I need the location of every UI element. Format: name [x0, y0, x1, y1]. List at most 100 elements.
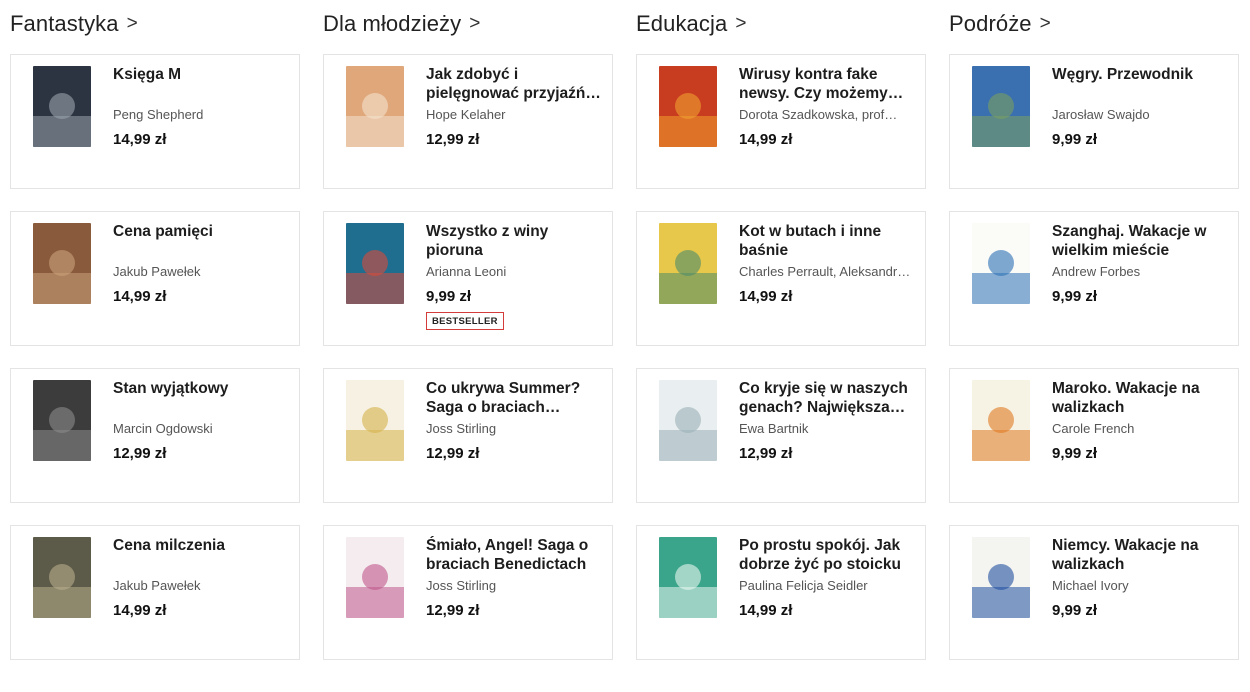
book-info: Cena milczenia Jakub Pawełek 14,99 zł [113, 536, 293, 619]
book-author: Arianna Leoni [426, 264, 507, 279]
book-info: Wszystko z winy pioruna Arianna Leoni 9,99… [426, 222, 606, 330]
chevron-right-icon: > [469, 13, 481, 34]
book-author: Jarosław Swajdo [1052, 107, 1150, 122]
book-card[interactable]: Niemcy. Wakacje na walizkach Michael Ivor… [949, 525, 1239, 660]
book-price: 12,99 zł [426, 602, 480, 619]
book-cover-image[interactable] [33, 380, 91, 461]
book-info: Księga M Peng Shepherd 14,99 zł [113, 65, 293, 148]
book-author: Joss Stirling [426, 578, 497, 593]
category-heading-link[interactable]: Dla młodzieży > [323, 0, 615, 48]
category-column: Podróże > Węgry. Przewodnik Jarosław Swajdo… [949, 0, 1241, 660]
book-price: 9,99 zł [1052, 445, 1098, 462]
book-card[interactable]: Maroko. Wakacje na walizkach Carole Frenc… [949, 368, 1239, 503]
book-cover-image[interactable] [659, 66, 717, 147]
book-title-link[interactable]: Kot w butach i inne baśnie [739, 222, 919, 260]
book-cover-image[interactable] [346, 537, 404, 618]
book-author: Hope Kelaher [426, 107, 506, 122]
book-price: 14,99 zł [739, 602, 793, 619]
book-cover-image[interactable] [972, 380, 1030, 461]
book-cover-image[interactable] [659, 537, 717, 618]
book-title-link[interactable]: Co ukrywa Summer? Saga o braciach… [426, 379, 606, 417]
category-column: Fantastyka > Księga M Peng Shepherd 14,99 zł… [10, 0, 302, 660]
book-price: 9,99 zł [1052, 288, 1098, 305]
book-cover-image[interactable] [33, 223, 91, 304]
chevron-right-icon: > [126, 13, 138, 34]
book-card[interactable]: Wszystko z winy pioruna Arianna Leoni 9,99… [323, 211, 613, 346]
book-card[interactable]: Węgry. Przewodnik Jarosław Swajdo 9,99 zł [949, 54, 1239, 189]
book-title-link[interactable]: Po prostu spokój. Jak dobrze żyć po stoi… [739, 536, 919, 574]
book-card[interactable]: Cena milczenia Jakub Pawełek 14,99 zł [10, 525, 300, 660]
chevron-right-icon: > [735, 13, 747, 34]
category-column: Dla młodzieży > Jak zdobyć i pielęgnować p… [323, 0, 615, 660]
book-price: 14,99 zł [739, 288, 793, 305]
book-title-link[interactable]: Jak zdobyć i pielęgnować przyjaźń… [426, 65, 606, 103]
book-price: 12,99 zł [739, 445, 793, 462]
book-title-link[interactable]: Maroko. Wakacje na walizkach [1052, 379, 1232, 417]
book-cover-image[interactable] [346, 380, 404, 461]
book-cover-image[interactable] [659, 380, 717, 461]
book-card[interactable]: Co kryje się w naszych genach? Największ… [636, 368, 926, 503]
book-author: Jakub Pawełek [113, 578, 201, 593]
book-title-link[interactable]: Wirusy kontra fake newsy. Czy możemy… [739, 65, 919, 103]
book-author: Jakub Pawełek [113, 264, 201, 279]
book-price: 12,99 zł [113, 445, 167, 462]
category-heading-label: Dla młodzieży [323, 11, 462, 36]
book-info: Wirusy kontra fake newsy. Czy możemy… Dor… [739, 65, 919, 148]
book-author: Paulina Felicja Seidler [739, 578, 868, 593]
book-card[interactable]: Szanghaj. Wakacje w wielkim mieście Andre… [949, 211, 1239, 346]
book-title-link[interactable]: Śmiało, Angel! Saga o braciach Benedicta… [426, 536, 606, 574]
category-heading-link[interactable]: Edukacja > [636, 0, 928, 48]
book-info: Jak zdobyć i pielęgnować przyjaźń… Hope K… [426, 65, 606, 148]
book-title-link[interactable]: Cena milczenia [113, 536, 293, 574]
book-card[interactable]: Jak zdobyć i pielęgnować przyjaźń… Hope K… [323, 54, 613, 189]
book-info: Śmiało, Angel! Saga o braciach Benedicta… [426, 536, 606, 619]
category-heading-label: Podróże [949, 11, 1032, 36]
book-info: Co kryje się w naszych genach? Największ… [739, 379, 919, 462]
book-title-link[interactable]: Węgry. Przewodnik [1052, 65, 1232, 103]
book-info: Co ukrywa Summer? Saga o braciach… Joss S… [426, 379, 606, 462]
book-price: 14,99 zł [113, 602, 167, 619]
book-cover-image[interactable] [346, 223, 404, 304]
book-card[interactable]: Co ukrywa Summer? Saga o braciach… Joss S… [323, 368, 613, 503]
bestseller-badge: BESTSELLER [426, 312, 504, 330]
category-heading-label: Fantastyka [10, 11, 119, 36]
book-card[interactable]: Wirusy kontra fake newsy. Czy możemy… Dor… [636, 54, 926, 189]
book-card[interactable]: Kot w butach i inne baśnie Charles Perrau… [636, 211, 926, 346]
book-author: Dorota Szadkowska, prof… [739, 107, 898, 122]
category-heading-link[interactable]: Podróże > [949, 0, 1241, 48]
book-author: Carole French [1052, 421, 1135, 436]
book-price: 14,99 zł [739, 131, 793, 148]
book-cover-image[interactable] [972, 66, 1030, 147]
book-price: 9,99 zł [1052, 602, 1098, 619]
book-price: 12,99 zł [426, 445, 480, 462]
book-card[interactable]: Stan wyjątkowy Marcin Ogdowski 12,99 zł [10, 368, 300, 503]
book-author: Michael Ivory [1052, 578, 1129, 593]
book-info: Maroko. Wakacje na walizkach Carole Frenc… [1052, 379, 1232, 462]
book-title-link[interactable]: Wszystko z winy pioruna [426, 222, 606, 260]
book-title-link[interactable]: Stan wyjątkowy [113, 379, 293, 417]
book-price: 14,99 zł [113, 131, 167, 148]
book-title-link[interactable]: Szanghaj. Wakacje w wielkim mieście [1052, 222, 1232, 260]
book-cover-image[interactable] [346, 66, 404, 147]
book-author: Ewa Bartnik [739, 421, 809, 436]
book-info: Szanghaj. Wakacje w wielkim mieście Andre… [1052, 222, 1232, 305]
book-title-link[interactable]: Niemcy. Wakacje na walizkach [1052, 536, 1232, 574]
category-heading-label: Edukacja [636, 11, 728, 36]
book-card[interactable]: Śmiało, Angel! Saga o braciach Benedicta… [323, 525, 613, 660]
book-cover-image[interactable] [33, 537, 91, 618]
book-title-link[interactable]: Księga M [113, 65, 293, 103]
book-info: Węgry. Przewodnik Jarosław Swajdo 9,99 zł [1052, 65, 1232, 148]
book-card[interactable]: Cena pamięci Jakub Pawełek 14,99 zł [10, 211, 300, 346]
book-card[interactable]: Po prostu spokój. Jak dobrze żyć po stoi… [636, 525, 926, 660]
book-info: Cena pamięci Jakub Pawełek 14,99 zł [113, 222, 293, 305]
book-cover-image[interactable] [972, 223, 1030, 304]
book-cover-image[interactable] [972, 537, 1030, 618]
book-title-link[interactable]: Cena pamięci [113, 222, 293, 260]
book-cover-image[interactable] [659, 223, 717, 304]
book-card[interactable]: Księga M Peng Shepherd 14,99 zł [10, 54, 300, 189]
book-title-link[interactable]: Co kryje się w naszych genach? Największ… [739, 379, 919, 417]
book-cover-image[interactable] [33, 66, 91, 147]
book-info: Stan wyjątkowy Marcin Ogdowski 12,99 zł [113, 379, 293, 462]
book-price: 12,99 zł [426, 131, 480, 148]
category-heading-link[interactable]: Fantastyka > [10, 0, 302, 48]
